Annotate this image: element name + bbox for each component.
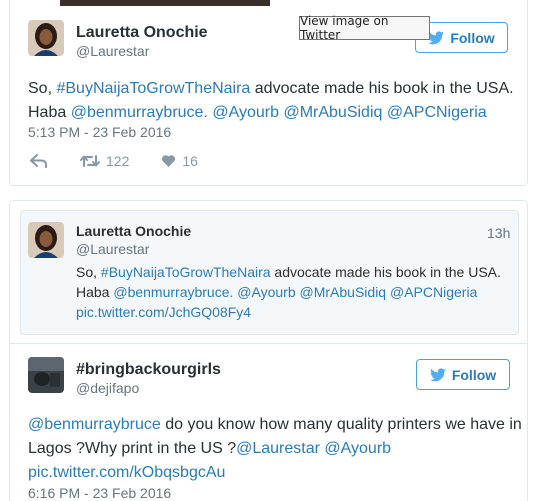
tweet-text-line-3: pic.twitter.com/kObqsbgcAu bbox=[28, 461, 523, 485]
author-name[interactable]: Lauretta Onochie bbox=[76, 24, 208, 42]
mention-link[interactable]: @Ayourb bbox=[324, 440, 391, 457]
follow-label: Follow bbox=[451, 366, 497, 383]
mention-link[interactable]: @benmurraybruce bbox=[28, 416, 161, 433]
retweet-action[interactable]: 122 bbox=[80, 153, 129, 169]
retweet-icon bbox=[80, 155, 100, 167]
quoted-avatar[interactable] bbox=[28, 222, 64, 258]
quoted-text-line-1: So, #BuyNaijaToGrowTheNaira advocate mad… bbox=[76, 262, 516, 282]
tweet-actions: 122 16 bbox=[30, 153, 230, 169]
tweet-text-line-2: Lagos ?Why print in the US ?@Laurestar @… bbox=[28, 437, 523, 461]
mention-link[interactable]: @benmurraybruce. bbox=[113, 284, 233, 300]
media-image-strip[interactable] bbox=[60, 0, 270, 6]
follow-label: Follow bbox=[450, 29, 495, 46]
like-action[interactable]: 16 bbox=[161, 153, 198, 169]
author-handle[interactable]: @dejifapo bbox=[76, 380, 139, 396]
tweet-timestamp[interactable]: 6:16 PM - 23 Feb 2016 bbox=[28, 485, 171, 501]
tweet-text: @benmurraybruce do you know how many qua… bbox=[28, 413, 523, 485]
twitter-bird-icon bbox=[428, 30, 445, 44]
author-name[interactable]: #bringbackourgirls bbox=[76, 361, 221, 379]
avatar-image bbox=[28, 222, 64, 258]
text-fragment: Haba bbox=[28, 104, 71, 121]
text-fragment: do you know how many quality printers we… bbox=[160, 416, 522, 433]
tweet-text: So, #BuyNaijaToGrowTheNaira advocate mad… bbox=[28, 77, 518, 125]
avatar-image bbox=[28, 20, 64, 56]
tooltip: View image on Twitter bbox=[299, 14, 430, 42]
pic-link[interactable]: pic.twitter.com/kObqsbgcAu bbox=[28, 464, 225, 481]
quoted-text: So, #BuyNaijaToGrowTheNaira advocate mad… bbox=[76, 262, 516, 322]
mention-link[interactable]: @Ayourb bbox=[212, 104, 279, 121]
text-fragment: So, bbox=[28, 80, 57, 97]
quoted-text-line-3: pic.twitter.com/JchGQ08Fy4 bbox=[76, 302, 516, 322]
divider bbox=[10, 343, 527, 344]
mention-link[interactable]: @APCNigeria bbox=[387, 104, 487, 121]
avatar-image bbox=[28, 357, 64, 393]
text-fragment: Haba bbox=[76, 284, 114, 300]
pic-link[interactable]: pic.twitter.com/JchGQ08Fy4 bbox=[76, 304, 251, 320]
follow-button[interactable]: Follow bbox=[416, 359, 510, 390]
retweet-count: 122 bbox=[106, 153, 130, 169]
text-fragment: So, bbox=[76, 264, 101, 280]
reply-action[interactable] bbox=[30, 154, 48, 168]
reply-icon bbox=[30, 154, 47, 168]
heart-icon bbox=[162, 155, 176, 167]
mention-link[interactable]: @MrAbuSidiq bbox=[283, 104, 382, 121]
twitter-bird-icon bbox=[429, 367, 446, 381]
text-fragment: Lagos ?Why print in the US ? bbox=[28, 440, 237, 457]
text-fragment: advocate made his book in the USA. bbox=[270, 264, 501, 280]
like-count: 16 bbox=[182, 153, 198, 169]
text-fragment: advocate made his book in the USA. bbox=[250, 80, 514, 97]
quoted-author-name[interactable]: Lauretta Onochie bbox=[76, 223, 191, 239]
quoted-author-handle[interactable]: @Laurestar bbox=[76, 241, 149, 257]
mention-link[interactable]: @Laurestar bbox=[236, 440, 320, 457]
tweet-text-line-1: @benmurraybruce do you know how many qua… bbox=[28, 413, 523, 437]
mention-link[interactable]: @APCNigeria bbox=[390, 284, 477, 300]
mention-link[interactable]: @Ayourb bbox=[237, 284, 295, 300]
quoted-time[interactable]: 13h bbox=[487, 225, 510, 241]
quoted-text-line-2: Haba @benmurraybruce. @Ayourb @MrAbuSidi… bbox=[76, 282, 516, 302]
hashtag-link[interactable]: #BuyNaijaToGrowTheNaira bbox=[56, 80, 250, 97]
tweet-timestamp[interactable]: 5:13 PM - 23 Feb 2016 bbox=[28, 124, 171, 140]
hashtag-link[interactable]: #BuyNaijaToGrowTheNaira bbox=[101, 264, 271, 280]
mention-link[interactable]: @benmurraybruce. bbox=[71, 104, 208, 121]
mention-link[interactable]: @MrAbuSidiq bbox=[300, 284, 387, 300]
avatar[interactable] bbox=[28, 20, 64, 56]
tweet-text-line-2: Haba @benmurraybruce. @Ayourb @MrAbuSidi… bbox=[28, 101, 518, 125]
avatar[interactable] bbox=[28, 357, 64, 393]
tweet-text-line-1: So, #BuyNaijaToGrowTheNaira advocate mad… bbox=[28, 77, 518, 101]
author-handle[interactable]: @Laurestar bbox=[76, 43, 149, 59]
